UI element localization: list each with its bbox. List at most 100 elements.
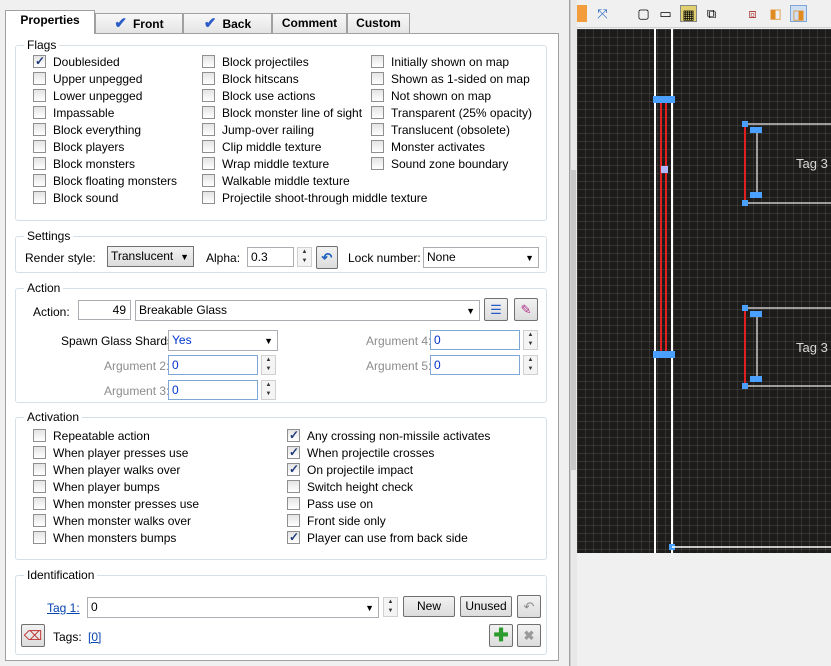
- checkbox-unchecked[interactable]: [33, 140, 46, 153]
- checkbox-unchecked[interactable]: [33, 72, 46, 85]
- toolbar-edge-icon[interactable]: [577, 5, 587, 22]
- checkbox-block-projectiles[interactable]: Block projectiles: [202, 54, 309, 70]
- checkbox-any-crossing-non-missile-activates[interactable]: Any crossing non-missile activates: [287, 427, 490, 444]
- checkbox-unchecked[interactable]: [33, 174, 46, 187]
- checkbox-checked[interactable]: [33, 53, 46, 69]
- scrollbar-thumb[interactable]: [571, 170, 576, 470]
- checkbox-when-player-walks-over[interactable]: When player walks over: [33, 462, 180, 478]
- checkbox-monster-activates[interactable]: Monster activates: [371, 139, 485, 155]
- checkbox-translucent-obsolete[interactable]: Translucent (obsolete): [371, 122, 510, 138]
- unused-tag-button[interactable]: Unused: [460, 596, 512, 617]
- checkbox-unchecked[interactable]: [371, 123, 384, 136]
- checkbox-unchecked[interactable]: [33, 446, 46, 459]
- checkbox-on-projectile-impact[interactable]: On projectile impact: [287, 461, 413, 478]
- checkbox-block-monsters[interactable]: Block monsters: [33, 156, 135, 172]
- tag-1-link[interactable]: Tag 1:: [47, 601, 80, 615]
- tags-link[interactable]: [0]: [88, 630, 101, 644]
- browse-actions-icon[interactable]: ☰: [484, 298, 508, 321]
- spawn-glass-shards-select[interactable]: Yes ▼: [168, 330, 278, 351]
- view-wireframe-icon[interactable]: ▢: [635, 5, 652, 22]
- checkbox-when-monster-presses-use[interactable]: When monster presses use: [33, 496, 199, 512]
- checkbox-block-monster-line-of-sight[interactable]: Block monster line of sight: [202, 105, 362, 121]
- checkbox-upper-unpegged[interactable]: Upper unpegged: [33, 71, 142, 87]
- checkbox-not-shown-on-map[interactable]: Not shown on map: [371, 88, 491, 104]
- alpha-spinner[interactable]: ▲ ▼: [297, 247, 312, 267]
- remove-tag-icon[interactable]: ✖: [517, 624, 541, 647]
- action-help-book-icon[interactable]: ✎: [514, 298, 538, 321]
- checkbox-block-floating-monsters[interactable]: Block floating monsters: [33, 173, 177, 189]
- checkbox-repeatable-action[interactable]: Repeatable action: [33, 428, 150, 444]
- lock-number-select[interactable]: None ▼: [423, 247, 539, 268]
- checkbox-checked[interactable]: [287, 427, 300, 443]
- checkbox-unchecked[interactable]: [202, 123, 215, 136]
- checkbox-doublesided[interactable]: Doublesided: [33, 53, 120, 70]
- checkbox-block-use-actions[interactable]: Block use actions: [202, 88, 315, 104]
- checkbox-initially-shown-on-map[interactable]: Initially shown on map: [371, 54, 509, 70]
- checkbox-lower-unpegged[interactable]: Lower unpegged: [33, 88, 142, 104]
- checkbox-unchecked[interactable]: [371, 157, 384, 170]
- checkbox-unchecked[interactable]: [202, 174, 215, 187]
- checkbox-block-everything[interactable]: Block everything: [33, 122, 141, 138]
- argument-5-input[interactable]: 0: [430, 355, 520, 375]
- checkbox-unchecked[interactable]: [202, 55, 215, 68]
- checkbox-unchecked[interactable]: [33, 480, 46, 493]
- argument-3-input[interactable]: 0: [168, 380, 258, 400]
- checkbox-unchecked[interactable]: [33, 531, 46, 544]
- checkbox-unchecked[interactable]: [371, 72, 384, 85]
- checkbox-unchecked[interactable]: [33, 89, 46, 102]
- checkbox-unchecked[interactable]: [33, 191, 46, 204]
- checkbox-unchecked[interactable]: [287, 514, 300, 527]
- checkbox-switch-height-check[interactable]: Switch height check: [287, 479, 413, 495]
- checkbox-unchecked[interactable]: [33, 497, 46, 510]
- checkbox-unchecked[interactable]: [202, 191, 215, 204]
- view-brightness-icon[interactable]: ▭: [657, 5, 674, 22]
- checkbox-unchecked[interactable]: [33, 514, 46, 527]
- tab-properties[interactable]: Properties: [5, 10, 95, 34]
- argument-3-spinner[interactable]: ▲ ▼: [261, 380, 276, 400]
- tab-comment[interactable]: Comment: [272, 13, 347, 33]
- action-select[interactable]: Breakable Glass ▼: [135, 300, 480, 321]
- alpha-input[interactable]: 0.3: [247, 247, 294, 267]
- checkbox-unchecked[interactable]: [33, 463, 46, 476]
- view-ceiling-textures-icon[interactable]: ⧉: [703, 5, 720, 22]
- checkbox-unchecked[interactable]: [202, 106, 215, 119]
- tab-front[interactable]: ✔ Front: [95, 13, 183, 33]
- action-number-input[interactable]: 49: [78, 300, 131, 320]
- checkbox-when-player-presses-use[interactable]: When player presses use: [33, 445, 188, 461]
- zoom-fit-icon[interactable]: ⤧: [594, 5, 611, 22]
- checkbox-when-monster-walks-over[interactable]: When monster walks over: [33, 513, 191, 529]
- checkbox-transparent-25-opacity[interactable]: Transparent (25% opacity): [371, 105, 532, 121]
- checkbox-unchecked[interactable]: [287, 497, 300, 510]
- checkbox-when-player-bumps[interactable]: When player bumps: [33, 479, 160, 495]
- checkbox-block-hitscans[interactable]: Block hitscans: [202, 71, 299, 87]
- checkbox-block-players[interactable]: Block players: [33, 139, 124, 155]
- checkbox-unchecked[interactable]: [371, 89, 384, 102]
- checkbox-unchecked[interactable]: [202, 72, 215, 85]
- checkbox-pass-use-on[interactable]: Pass use on: [287, 496, 373, 512]
- checkbox-player-can-use-from-back-side[interactable]: Player can use from back side: [287, 529, 468, 546]
- paste-properties-icon[interactable]: ◧: [767, 5, 784, 22]
- checkbox-unchecked[interactable]: [33, 123, 46, 136]
- checkbox-unchecked[interactable]: [33, 429, 46, 442]
- tag-select[interactable]: 0 ▼: [87, 597, 379, 618]
- checkbox-unchecked[interactable]: [371, 106, 384, 119]
- argument-2-input[interactable]: 0: [168, 355, 258, 375]
- add-tag-icon[interactable]: ✚: [489, 624, 513, 647]
- checkbox-unchecked[interactable]: [202, 89, 215, 102]
- checkbox-unchecked[interactable]: [33, 157, 46, 170]
- reset-alpha-icon[interactable]: ↶: [316, 246, 338, 269]
- copy-properties-icon[interactable]: ⧈: [744, 5, 761, 22]
- checkbox-wrap-middle-texture[interactable]: Wrap middle texture: [202, 156, 329, 172]
- checkbox-unchecked[interactable]: [287, 480, 300, 493]
- new-tag-button[interactable]: New: [403, 596, 455, 617]
- checkbox-block-sound[interactable]: Block sound: [33, 190, 118, 206]
- checkbox-sound-zone-boundary[interactable]: Sound zone boundary: [371, 156, 508, 172]
- checkbox-front-side-only[interactable]: Front side only: [287, 513, 386, 529]
- checkbox-impassable[interactable]: Impassable: [33, 105, 114, 121]
- view-floor-textures-icon[interactable]: ▦: [680, 5, 697, 22]
- checkbox-checked[interactable]: [287, 444, 300, 460]
- map-canvas[interactable]: Tag 3 Tag 3: [577, 29, 831, 553]
- argument-4-spinner[interactable]: ▲ ▼: [523, 330, 538, 350]
- checkbox-checked[interactable]: [287, 461, 300, 477]
- checkbox-unchecked[interactable]: [371, 140, 384, 153]
